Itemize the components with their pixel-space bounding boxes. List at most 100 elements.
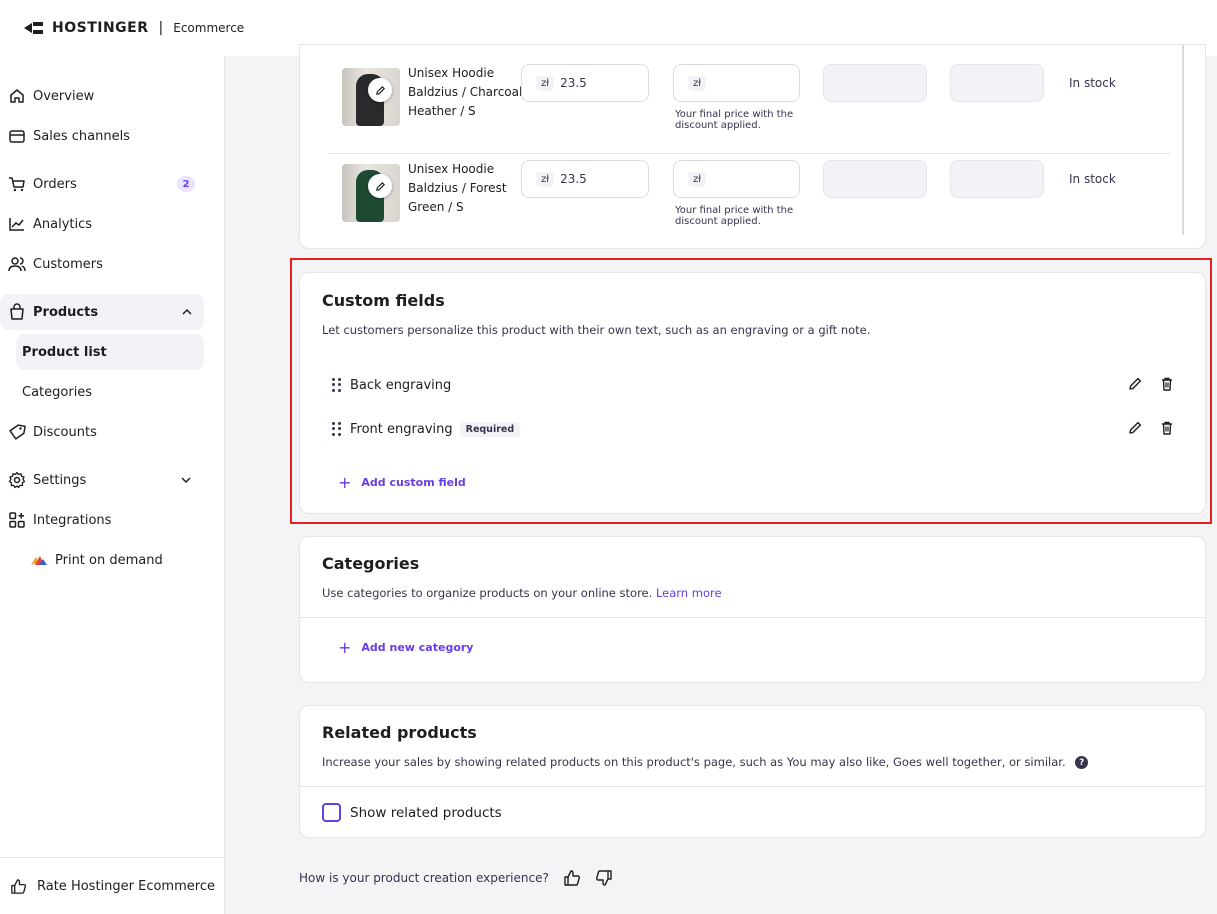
variant-thumbnail[interactable] xyxy=(342,164,400,222)
sidebar-item-sales-channels[interactable]: Sales channels xyxy=(0,118,225,154)
row-divider xyxy=(328,153,1170,154)
gear-icon xyxy=(6,469,28,491)
sidebar-item-product-list[interactable]: Product list xyxy=(16,334,204,370)
learn-more-link[interactable]: Learn more xyxy=(656,586,722,600)
currency-badge: zł xyxy=(688,171,707,187)
thumbs-up-icon xyxy=(10,878,32,895)
rate-label: Rate Hostinger Ecommerce xyxy=(37,878,215,894)
cart-icon xyxy=(6,173,28,195)
show-related-products-label: Show related products xyxy=(350,804,502,821)
edit-image-button[interactable] xyxy=(368,78,392,102)
printful-logo-icon xyxy=(28,549,50,571)
sidebar: Overview Sales channels Orders 2 Analyti… xyxy=(0,56,225,914)
categories-description: Use categories to organize products on y… xyxy=(322,586,722,600)
plus-icon: + xyxy=(338,638,352,657)
discount-hint: Your final price with the discount appli… xyxy=(675,109,794,131)
sidebar-item-discounts[interactable]: Discounts xyxy=(0,414,225,450)
sidebar-item-label: Product list xyxy=(22,344,107,360)
variant-row: Unisex Hoodie Baldzius / Forest Green / … xyxy=(330,160,1172,240)
sidebar-item-label: Orders xyxy=(33,176,77,192)
bag-icon xyxy=(6,301,28,323)
variant-name: Unisex Hoodie Baldzius / Charcoal Heathe… xyxy=(408,66,523,118)
related-description-text: Increase your sales by showing related p… xyxy=(322,755,1066,769)
related-products-title: Related products xyxy=(322,723,477,742)
pencil-icon xyxy=(375,85,385,95)
sidebar-item-label: Products xyxy=(33,304,99,320)
card-divider xyxy=(300,617,1205,618)
price-input[interactable]: zł 23.5 xyxy=(521,64,649,102)
add-new-category-button[interactable]: + Add new category xyxy=(338,638,473,657)
categories-title: Categories xyxy=(322,554,420,573)
apps-add-icon xyxy=(6,509,28,531)
main-content: Unisex Hoodie Baldzius / Charcoal Heathe… xyxy=(226,44,1217,914)
sidebar-item-label: Settings xyxy=(33,472,87,488)
edit-image-button[interactable] xyxy=(368,174,392,198)
price-value: 23.5 xyxy=(560,172,587,186)
brand-name: HOSTINGER xyxy=(52,20,149,36)
feedback-bar: How is your product creation experience? xyxy=(299,869,613,887)
discount-hint: Your final price with the discount appli… xyxy=(675,205,794,227)
feedback-question: How is your product creation experience? xyxy=(299,871,549,885)
sku-input[interactable] xyxy=(823,64,927,102)
sidebar-item-integrations[interactable]: Integrations xyxy=(0,502,225,538)
categories-card: Categories Use categories to organize pr… xyxy=(299,536,1206,683)
sidebar-item-label: Integrations xyxy=(33,512,112,528)
sidebar-item-products[interactable]: Products xyxy=(0,294,204,330)
variant-row: Unisex Hoodie Baldzius / Charcoal Heathe… xyxy=(330,64,1172,144)
sku-input[interactable] xyxy=(823,160,927,198)
sidebar-item-label: Analytics xyxy=(33,216,93,232)
sidebar-item-categories[interactable]: Categories xyxy=(0,374,225,410)
help-icon[interactable]: ? xyxy=(1075,756,1089,769)
currency-badge: zł xyxy=(688,75,707,91)
sidebar-item-customers[interactable]: Customers xyxy=(0,246,225,282)
related-products-description: Increase your sales by showing related p… xyxy=(322,755,1089,769)
sidebar-item-print-on-demand[interactable]: Print on demand xyxy=(0,542,225,578)
stock-status: In stock xyxy=(1069,76,1116,90)
currency-badge: zł xyxy=(536,171,555,187)
show-related-products-option[interactable]: Show related products xyxy=(322,803,502,822)
categories-description-text: Use categories to organize products on y… xyxy=(322,586,653,600)
stock-status: In stock xyxy=(1069,172,1116,186)
users-icon xyxy=(6,253,28,275)
variant-name: Unisex Hoodie Baldzius / Forest Green / … xyxy=(408,162,507,214)
sidebar-item-settings[interactable]: Settings xyxy=(0,462,225,498)
hostinger-mark-icon xyxy=(24,22,43,34)
stock-input[interactable] xyxy=(950,64,1044,102)
card-divider xyxy=(300,786,1205,787)
pencil-icon xyxy=(375,181,385,191)
chart-line-icon xyxy=(6,213,28,235)
sidebar-item-overview[interactable]: Overview xyxy=(0,78,225,114)
product-name: Ecommerce xyxy=(173,21,245,35)
related-products-card: Related products Increase your sales by … xyxy=(299,705,1206,838)
variants-card: Unisex Hoodie Baldzius / Charcoal Heathe… xyxy=(299,44,1206,249)
thumbs-up-icon[interactable] xyxy=(563,869,581,887)
sidebar-item-label: Overview xyxy=(33,88,95,104)
sidebar-item-label: Customers xyxy=(33,256,103,272)
price-value: 23.5 xyxy=(560,76,587,90)
add-new-category-label: Add new category xyxy=(361,641,474,654)
show-related-products-checkbox[interactable] xyxy=(322,803,341,822)
sidebar-item-analytics[interactable]: Analytics xyxy=(0,206,225,242)
chevron-up-icon[interactable] xyxy=(180,305,194,319)
sidebar-item-label: Categories xyxy=(22,384,93,400)
stock-input[interactable] xyxy=(950,160,1044,198)
highlight-frame xyxy=(290,258,1212,524)
hostinger-logo[interactable]: HOSTINGER | Ecommerce xyxy=(24,20,244,36)
discount-price-input[interactable]: zł xyxy=(673,160,800,198)
rate-hostinger-button[interactable]: Rate Hostinger Ecommerce xyxy=(0,857,225,914)
thumbs-down-icon[interactable] xyxy=(595,869,613,887)
sidebar-item-label: Print on demand xyxy=(55,552,163,568)
variants-scrollbar[interactable] xyxy=(1182,45,1184,235)
tag-icon xyxy=(6,421,28,443)
home-icon xyxy=(6,85,28,107)
orders-count-badge: 2 xyxy=(177,176,195,192)
store-icon xyxy=(6,125,28,147)
discount-price-input[interactable]: zł xyxy=(673,64,800,102)
variant-thumbnail[interactable] xyxy=(342,68,400,126)
chevron-down-icon[interactable] xyxy=(179,473,193,487)
sidebar-item-orders[interactable]: Orders 2 xyxy=(0,166,225,202)
price-input[interactable]: zł 23.5 xyxy=(521,160,649,198)
brand-separator: | xyxy=(158,20,164,36)
sidebar-item-label: Discounts xyxy=(33,424,97,440)
currency-badge: zł xyxy=(536,75,555,91)
